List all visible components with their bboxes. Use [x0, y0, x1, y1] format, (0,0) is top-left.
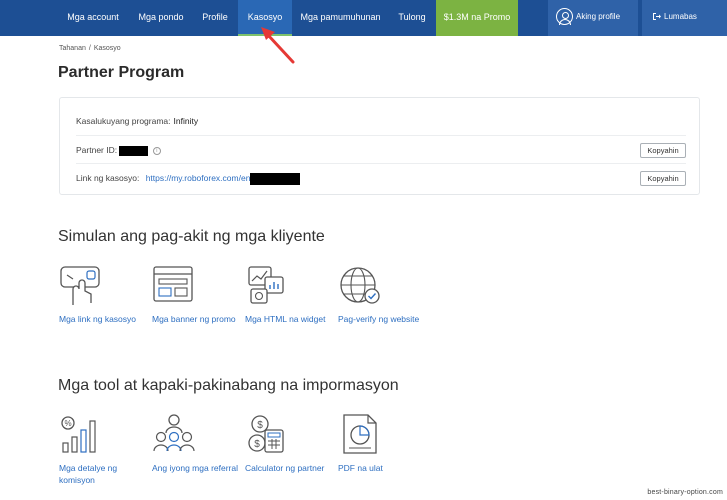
nav-help[interactable]: Tulong — [389, 0, 435, 36]
breadcrumb-separator: / — [88, 45, 91, 52]
svg-text:$: $ — [257, 420, 263, 431]
nav-promo[interactable]: $1.3M na Promo — [436, 0, 518, 36]
breadcrumb: Tahanan / Kasosyo — [59, 45, 121, 52]
partner-info-card: Kasalukuyang programa: Infinity Partner I… — [59, 97, 700, 195]
partner-id-redacted — [119, 145, 149, 156]
partner-id-row: Partner ID: i Kopyahin — [76, 135, 686, 163]
partner-link-redacted — [250, 172, 301, 185]
section-attract-clients-title: Simulan ang pag-akit ng mga kliyente — [58, 228, 325, 245]
logout-button[interactable]: Lumabas — [642, 0, 727, 36]
program-row: Kasalukuyang programa: Infinity — [76, 107, 686, 135]
profile-button[interactable]: Aking profile — [548, 0, 638, 36]
globe-check-icon — [340, 267, 380, 304]
nav-profile[interactable]: Profile — [192, 0, 238, 36]
tile-commission-details-label: Mga detalye ng komisyon — [59, 463, 118, 485]
copy-partner-link-button[interactable]: Kopyahin — [640, 171, 686, 186]
breadcrumb-current: Kasosyo — [93, 45, 121, 52]
widget-icon — [248, 266, 284, 304]
referrals-group-icon — [153, 414, 195, 452]
nav-accounts[interactable]: Mga account — [56, 0, 130, 36]
tile-html-widgets-label: Mga HTML na widget — [245, 314, 326, 324]
info-icon[interactable]: i — [152, 146, 161, 155]
tile-partner-calculator-label: Calculator ng partner — [245, 463, 325, 473]
program-label: Kasalukuyang programa: — [76, 116, 171, 126]
breadcrumb-home[interactable]: Tahanan — [59, 45, 86, 52]
pdf-report-icon — [343, 414, 377, 454]
tile-pdf-report-label: PDF na ulat — [338, 463, 383, 473]
partner-link-row: Link ng kasosyo: https://my.roboforex.co… — [76, 163, 686, 191]
section-tools-title: Mga tool at kapaki-pakinabang na imporma… — [58, 377, 399, 394]
tile-promo-banners-label: Mga banner ng promo — [152, 314, 236, 324]
hand-link-icon — [60, 266, 100, 305]
partner-link-label: Link ng kasosyo: — [76, 173, 140, 183]
copy-partner-id-button[interactable]: Kopyahin — [640, 143, 686, 158]
nav-funds[interactable]: Mga pondo — [130, 0, 192, 36]
watermark: best-binary-option.com — [647, 489, 723, 496]
partner-id-label: Partner ID: — [76, 145, 118, 155]
annotation-arrow-icon — [261, 27, 295, 64]
logout-icon — [652, 12, 661, 21]
tile-referrals-label: Ang iyong mga referral — [152, 463, 238, 473]
program-value: Infinity — [173, 116, 199, 126]
calculator-coins-icon: $ $ — [248, 415, 284, 453]
nav-investments[interactable]: Mga pamumuhunan — [292, 0, 389, 36]
page-title: Partner Program — [58, 64, 185, 81]
top-navigation: Mga account Mga pondo Profile Kasosyo Mg… — [0, 0, 727, 36]
profile-label: Aking profile — [576, 12, 621, 21]
partner-link-url[interactable]: https://my.roboforex.com/en — [146, 173, 251, 183]
tile-website-verify-label: Pag-verify ng website — [338, 314, 420, 324]
tile-partner-links-label: Mga link ng kasosyo — [59, 314, 137, 324]
svg-text:$: $ — [254, 439, 260, 450]
banner-icon — [153, 266, 193, 302]
logout-label: Lumabas — [664, 12, 697, 21]
commission-chart-icon: % — [61, 416, 96, 453]
user-icon — [556, 8, 573, 25]
svg-text:%: % — [64, 419, 71, 428]
